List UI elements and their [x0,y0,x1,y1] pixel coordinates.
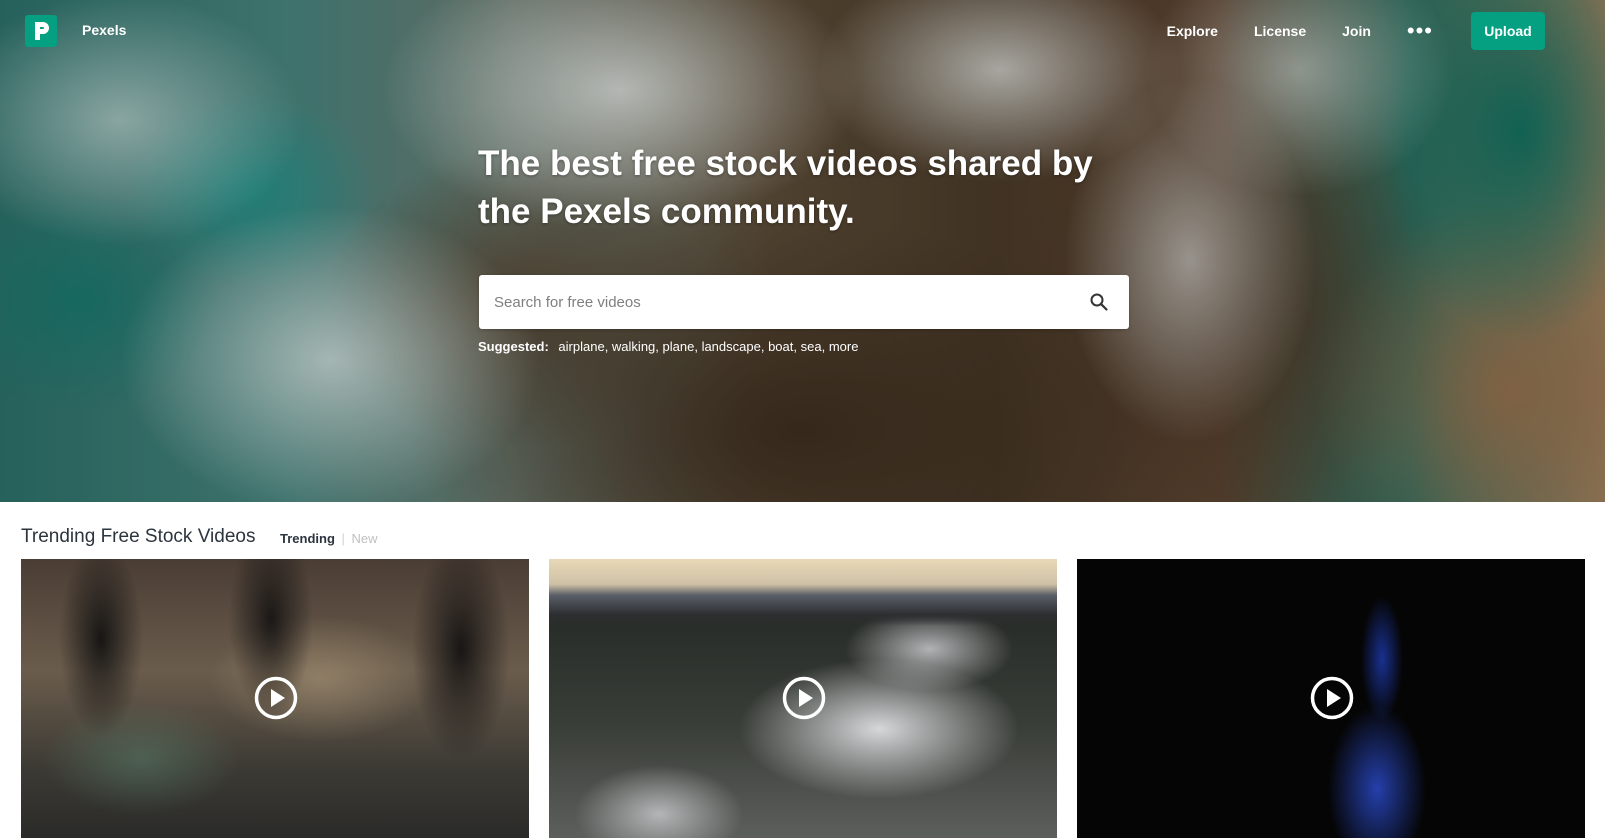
suggested-walking[interactable]: walking [612,339,655,354]
tab-trending[interactable]: Trending [280,531,335,546]
suggested-more[interactable]: more [829,339,859,354]
search-input[interactable] [479,275,1064,329]
nav-join[interactable]: Join [1342,23,1371,39]
tab-new[interactable]: New [352,531,378,546]
suggested-sea[interactable]: sea [801,339,822,354]
more-dots-icon[interactable]: ••• [1407,20,1433,42]
hero-overlay [0,0,1605,502]
brand-name[interactable]: Pexels [82,22,126,38]
play-icon[interactable] [1310,676,1354,720]
pexels-logo-icon[interactable] [25,15,57,47]
upload-button[interactable]: Upload [1471,12,1545,50]
video-card[interactable] [1077,559,1585,838]
nav-explore[interactable]: Explore [1167,23,1218,39]
hero-banner: Pexels Explore License Join ••• Upload T… [0,0,1605,502]
nav-license[interactable]: License [1254,23,1306,39]
top-nav: Explore License Join ••• Upload [1131,12,1545,50]
suggested-label: Suggested: [478,339,549,354]
video-card[interactable] [21,559,529,838]
search-bar [479,275,1129,329]
suggested-searches: Suggested: airplane, walking, plane, lan… [478,339,859,354]
suggested-boat[interactable]: boat [768,339,793,354]
suggested-plane[interactable]: plane [663,339,695,354]
video-card[interactable] [549,559,1057,838]
suggested-airplane[interactable]: airplane [558,339,604,354]
section-title: Trending Free Stock Videos [21,526,256,547]
play-icon[interactable] [254,676,298,720]
play-icon[interactable] [782,676,826,720]
tab-separator: | [341,531,345,546]
hero-headline: The best free stock videos shared by the… [478,144,1093,231]
sort-tabs: Trending | New [280,531,378,546]
search-icon[interactable] [1089,292,1109,312]
suggested-landscape[interactable]: landscape [702,339,761,354]
